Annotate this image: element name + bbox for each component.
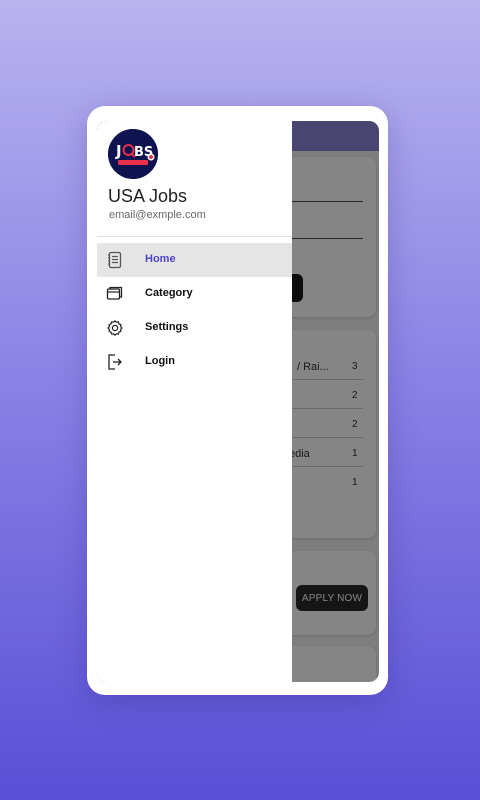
gear-icon: [106, 319, 124, 337]
drawer-item-label: Category: [145, 287, 193, 299]
login-icon: [106, 353, 124, 371]
app-logo: J BS: [108, 129, 158, 179]
phone-screen: / Rai... 3 2 2 edia 1 1 APPLY NOW J BS U…: [97, 121, 379, 682]
user-email: email@exmple.com: [109, 209, 206, 221]
folders-icon: [106, 285, 124, 303]
drawer-item-label: Home: [145, 253, 176, 265]
drawer-item-login[interactable]: Login: [97, 345, 292, 379]
document-list-icon: [106, 251, 124, 269]
drawer-item-label: Settings: [145, 321, 189, 333]
navigation-drawer: J BS USA Jobs email@exmple.com Home Cate…: [97, 121, 292, 682]
drawer-item-label: Login: [145, 355, 175, 367]
drawer-item-home[interactable]: Home: [97, 243, 292, 277]
drawer-item-settings[interactable]: Settings: [97, 311, 292, 345]
svg-text:J: J: [115, 142, 122, 160]
app-title: USA Jobs: [108, 186, 188, 206]
header-divider: [97, 236, 292, 237]
drawer-item-category[interactable]: Category: [97, 277, 292, 311]
